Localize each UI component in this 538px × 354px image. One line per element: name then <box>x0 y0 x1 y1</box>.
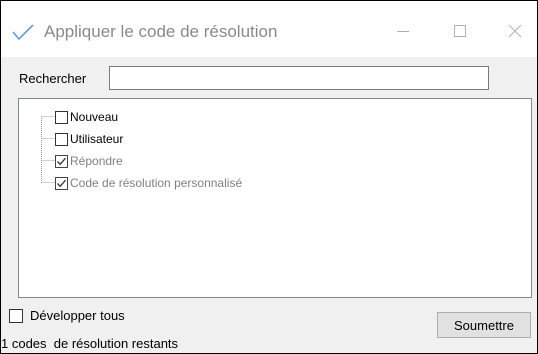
checkbox[interactable] <box>55 110 68 124</box>
search-label: Rechercher <box>19 71 87 86</box>
resolution-code-tree[interactable]: Nouveau Utilisateur Répondre Code de rés… <box>18 98 532 298</box>
tree-connector-lines <box>41 116 55 183</box>
tree-item-label: Nouveau <box>70 110 119 124</box>
tree-item-nouveau[interactable]: Nouveau <box>55 109 118 125</box>
close-button[interactable] <box>493 15 537 51</box>
close-icon <box>508 24 522 43</box>
expand-all-checkbox-row[interactable]: Développer tous <box>9 308 125 323</box>
submit-button[interactable]: Soumettre <box>437 312 531 338</box>
tree-item-label: Utilisateur <box>70 132 124 146</box>
window-title: Appliquer le code de résolution <box>44 22 278 41</box>
checkbox-checked[interactable] <box>55 154 68 168</box>
checkmark-icon <box>57 179 66 187</box>
checkbox-checked[interactable] <box>55 176 68 190</box>
minimize-button[interactable] <box>381 15 425 51</box>
dialog-window: Appliquer le code de résolution Recherch… <box>0 0 538 354</box>
title-bar: Appliquer le code de résolution <box>1 1 537 57</box>
checkmark-icon <box>57 157 66 165</box>
checkbox[interactable] <box>55 132 68 146</box>
search-input[interactable] <box>109 66 489 90</box>
status-text: 1 codes de résolution restants <box>1 336 179 351</box>
minimize-icon <box>396 24 410 43</box>
tree-item-repondre[interactable]: Répondre <box>55 153 123 169</box>
expand-all-checkbox[interactable] <box>9 308 23 323</box>
maximize-button[interactable] <box>438 15 482 51</box>
tree-item-label: Répondre <box>70 154 123 168</box>
tree-item-label: Code de résolution personnalisé <box>70 176 243 190</box>
tree-item-code-personnalise[interactable]: Code de résolution personnalisé <box>55 175 242 191</box>
maximize-icon <box>453 24 467 43</box>
checkmark-icon <box>11 22 35 42</box>
tree-item-utilisateur[interactable]: Utilisateur <box>55 131 123 147</box>
expand-all-label: Développer tous <box>30 308 125 323</box>
